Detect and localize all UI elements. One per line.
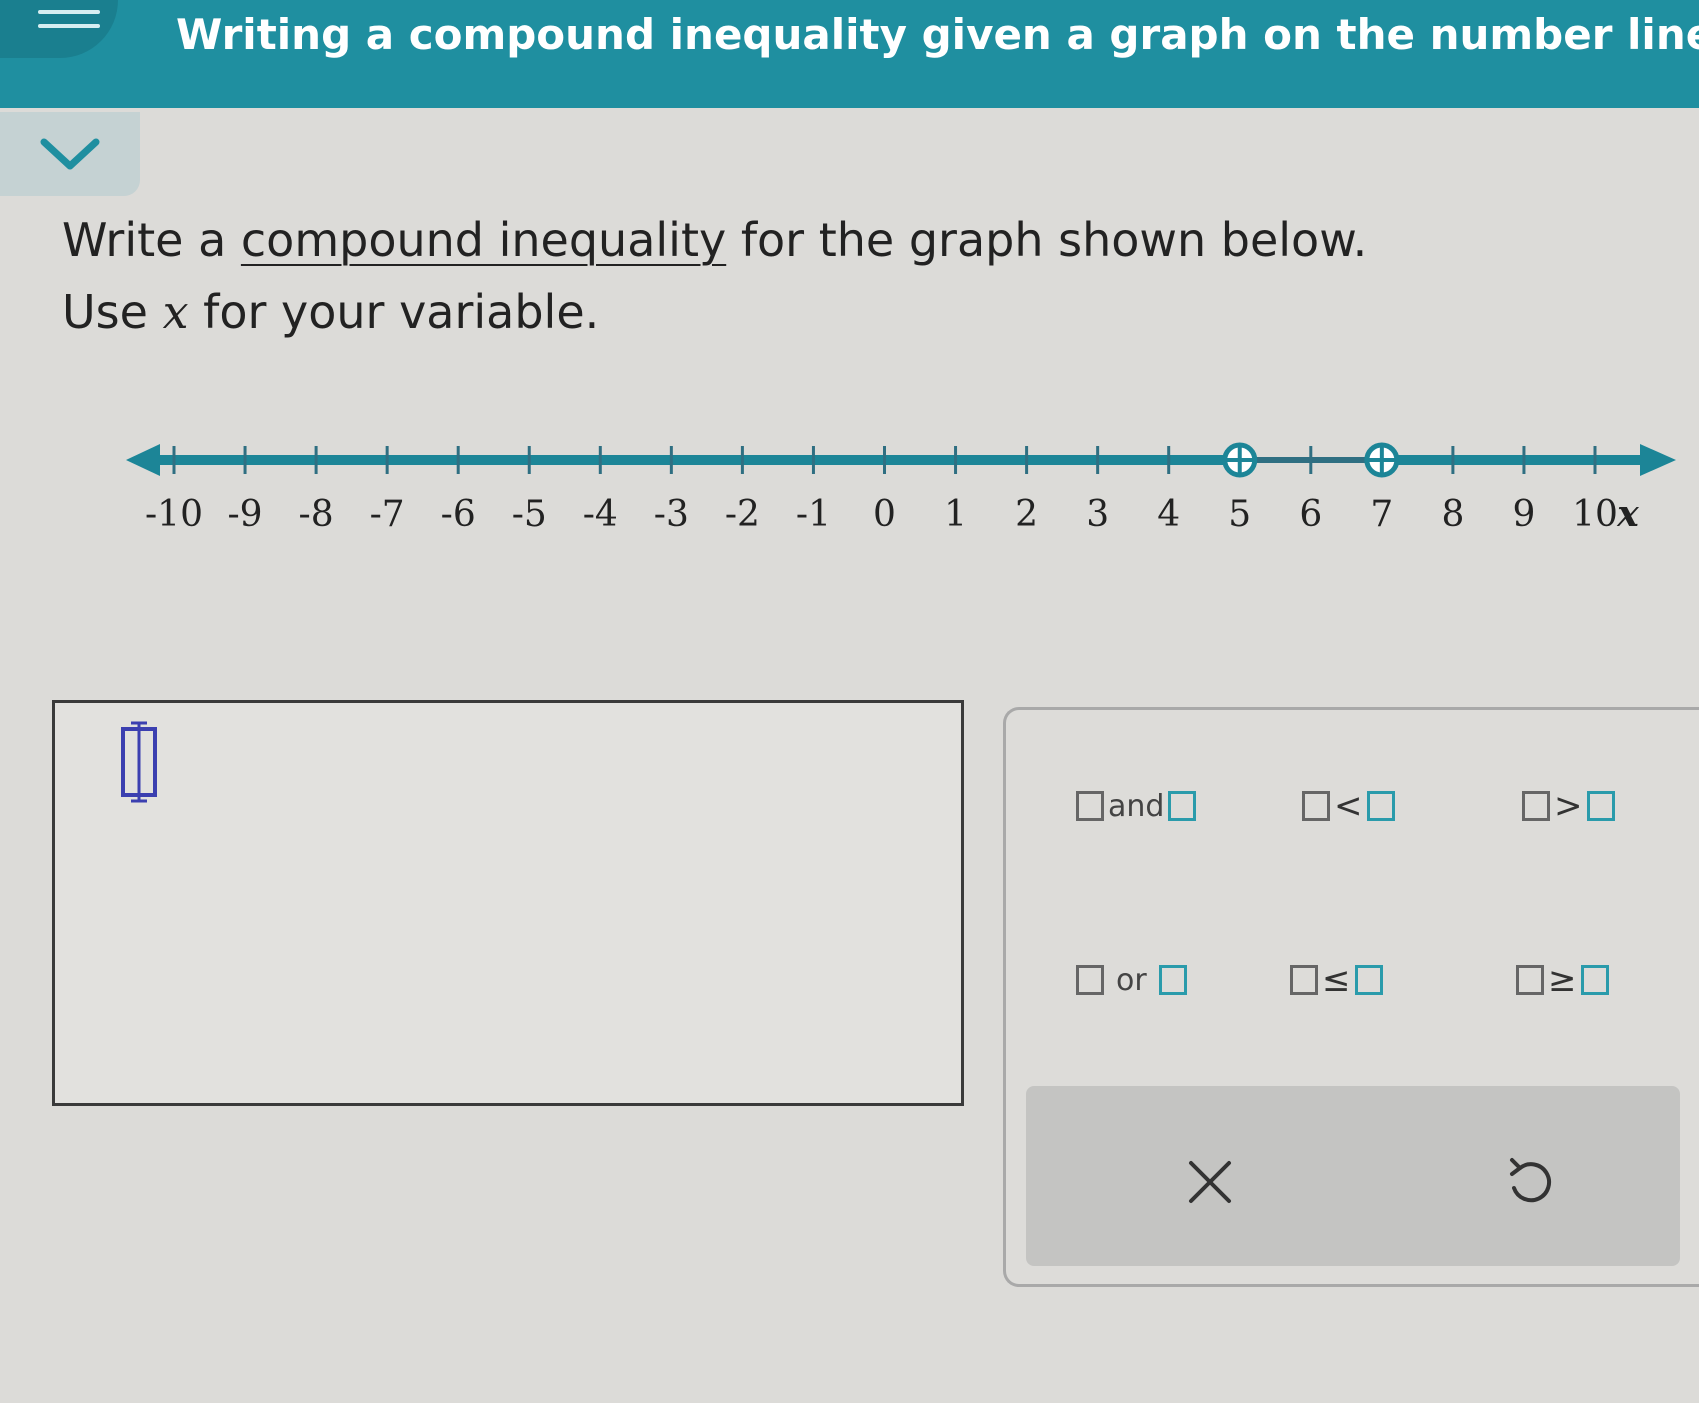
placeholder-box-teal — [1366, 791, 1395, 821]
tick-label: -6 — [441, 494, 476, 535]
clear-button[interactable] — [1170, 1142, 1250, 1222]
placeholder-box — [1076, 965, 1104, 995]
tick-label: -9 — [228, 494, 263, 535]
arrow-right-icon — [1640, 444, 1676, 476]
less-equal-button[interactable]: ≤ — [1290, 950, 1383, 1010]
tick-label: 3 — [1086, 494, 1109, 535]
placeholder-box-teal — [1580, 965, 1609, 995]
and-button[interactable]: and — [1076, 776, 1197, 836]
undo-icon — [1510, 1158, 1551, 1203]
or-button[interactable]: or — [1076, 950, 1187, 1010]
compound-inequality-link[interactable]: compound inequality — [241, 213, 726, 267]
greater-than-label: > — [1554, 786, 1583, 826]
tick-label: 4 — [1157, 494, 1180, 535]
tick-label: -5 — [512, 494, 547, 535]
tick-label: -10 — [145, 494, 203, 535]
answer-input-box[interactable] — [52, 700, 964, 1106]
instruction-prefix: Use — [62, 285, 163, 339]
tick-label: -1 — [796, 494, 831, 535]
instruction-suffix: for your variable. — [188, 285, 600, 339]
placeholder-box — [1290, 965, 1318, 995]
less-than-button[interactable]: < — [1302, 776, 1395, 836]
placeholder-box-teal — [1168, 791, 1197, 821]
placeholder-box-teal — [1586, 791, 1615, 821]
tick-label: -4 — [583, 494, 618, 535]
chevron-down-icon — [40, 138, 100, 170]
greater-equal-label: ≥ — [1548, 960, 1577, 1000]
placeholder-box — [1076, 791, 1104, 821]
placeholder-box-teal — [1354, 965, 1383, 995]
placeholder-box-teal — [1158, 965, 1187, 995]
tick-label: 1 — [944, 494, 967, 535]
menu-button[interactable] — [0, 0, 118, 58]
text-cursor-icon — [121, 721, 157, 803]
number-line-graph: -10 -9 -8 -7 -6 -5 -4 -3 -2 -1 0 1 2 3 4 5 6 7 8 9 10 x — [126, 442, 1676, 535]
tick-label: 10 — [1572, 494, 1618, 535]
action-bar — [1026, 1086, 1680, 1266]
menu-icon — [38, 10, 100, 14]
question-line-2: Use x for your variable. — [62, 276, 1367, 348]
tick-label: 9 — [1512, 494, 1535, 535]
tick-label: 0 — [873, 494, 896, 535]
placeholder-box — [1516, 965, 1544, 995]
tick-label: -3 — [654, 494, 689, 535]
question-suffix: for the graph shown below. — [726, 213, 1368, 267]
tick-label: 5 — [1228, 494, 1251, 535]
close-icon — [1189, 1161, 1231, 1203]
arrow-left-icon — [126, 444, 160, 476]
question-text: Write a compound inequality for the grap… — [62, 204, 1367, 348]
placeholder-box — [1522, 791, 1550, 821]
placeholder-box — [1302, 791, 1330, 821]
greater-equal-button[interactable]: ≥ — [1516, 950, 1609, 1010]
tick-label: 7 — [1370, 494, 1393, 535]
question-line-1: Write a compound inequality for the grap… — [62, 204, 1367, 276]
page-title: Writing a compound inequality given a gr… — [176, 10, 1699, 59]
variable-x: x — [162, 285, 189, 339]
less-equal-label: ≤ — [1322, 960, 1351, 1000]
less-than-label: < — [1334, 786, 1363, 826]
symbol-palette: and < > or ≤ ≥ — [1003, 707, 1699, 1287]
tick-label: -2 — [725, 494, 760, 535]
tick-label: 2 — [1015, 494, 1038, 535]
tick-label: 8 — [1441, 494, 1464, 535]
tick-label: -7 — [370, 494, 405, 535]
collapse-toggle[interactable] — [0, 112, 140, 196]
menu-icon-line — [38, 24, 100, 28]
question-prefix: Write a — [62, 213, 241, 267]
tick-label: -8 — [299, 494, 334, 535]
greater-than-button[interactable]: > — [1522, 776, 1615, 836]
or-label: or — [1116, 962, 1147, 998]
and-label: and — [1108, 788, 1165, 824]
tick-label: 6 — [1299, 494, 1322, 535]
undo-button[interactable] — [1490, 1142, 1570, 1222]
axis-variable-label: x — [1616, 493, 1639, 535]
header-bar: Writing a compound inequality given a gr… — [0, 0, 1699, 108]
